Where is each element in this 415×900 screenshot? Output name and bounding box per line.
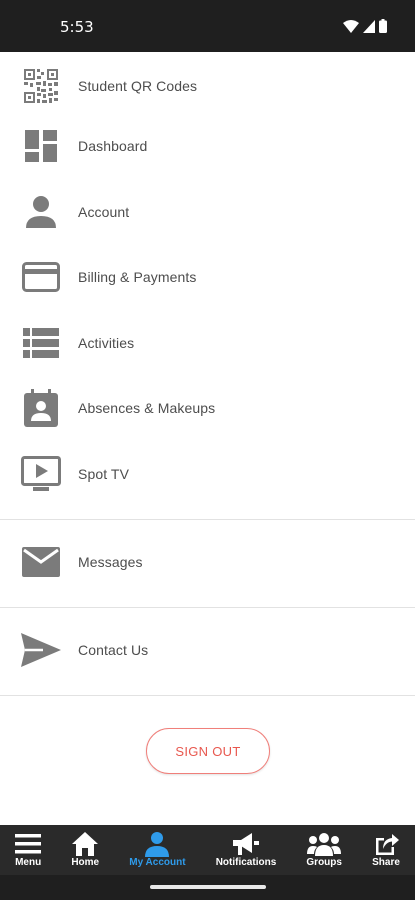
share-icon [373, 831, 400, 857]
menu-item-label: Messages [78, 554, 143, 570]
menu-item-label: Account [78, 204, 130, 220]
divider [0, 607, 415, 608]
wifi-icon [343, 19, 359, 33]
home-icon [72, 831, 99, 857]
status-bar: 5:53 [0, 0, 415, 52]
groups-icon [307, 831, 342, 857]
list-icon [20, 322, 62, 364]
nav-groups[interactable]: Groups [291, 825, 357, 875]
menu-item-label: Absences & Makeups [78, 400, 216, 416]
nav-label: Notifications [215, 857, 277, 868]
menu-item-activities[interactable]: Activities [0, 313, 415, 373]
nav-label: Menu [15, 857, 42, 868]
menu-item-spot-tv[interactable]: Spot TV [0, 444, 415, 504]
person-icon [144, 831, 170, 857]
nav-label: My Account [129, 857, 186, 868]
dashboard-icon [20, 125, 62, 167]
nav-notifications[interactable]: Notifications [201, 825, 292, 875]
menu-item-label: Activities [78, 335, 135, 351]
menu-item-dashboard[interactable]: Dashboard [0, 116, 415, 176]
nav-label: Home [71, 857, 100, 868]
menu-item-account[interactable]: Account [0, 182, 415, 242]
credit-card-icon [20, 256, 62, 298]
sign-out-button[interactable]: SIGN OUT [146, 728, 270, 774]
gesture-handle[interactable] [150, 885, 266, 889]
menu-item-label: Dashboard [78, 138, 148, 154]
menu-item-label: Student QR Codes [78, 78, 198, 94]
nav-label: Share [372, 857, 400, 868]
menu-item-label: Spot TV [78, 466, 130, 482]
nav-my-account[interactable]: My Account [114, 825, 200, 875]
signal-icon [363, 19, 375, 33]
hamburger-icon [15, 831, 42, 857]
envelope-icon [20, 541, 62, 583]
nav-share[interactable]: Share [357, 825, 415, 875]
status-time: 5:53 [60, 18, 94, 36]
divider [0, 695, 415, 696]
menu-item-absences-makeups[interactable]: Absences & Makeups [0, 378, 415, 438]
nav-home[interactable]: Home [56, 825, 114, 875]
nav-menu[interactable]: Menu [0, 825, 56, 875]
menu-item-label: Billing & Payments [78, 269, 197, 285]
status-icons [343, 19, 387, 33]
tv-play-icon [20, 453, 62, 495]
person-icon [20, 191, 62, 233]
qr-code-icon [20, 65, 62, 107]
menu-item-contact-us[interactable]: Contact Us [0, 620, 415, 680]
bottom-nav: Menu Home My Account Notifications Group… [0, 825, 415, 875]
send-icon [20, 629, 62, 671]
contact-calendar-icon [20, 387, 62, 429]
nav-label: Groups [306, 857, 342, 868]
menu-item-student-qr-codes[interactable]: Student QR Codes [0, 56, 415, 116]
megaphone-icon [232, 831, 260, 857]
menu-item-label: Contact Us [78, 642, 149, 658]
menu-item-billing-payments[interactable]: Billing & Payments [0, 247, 415, 307]
menu-item-messages[interactable]: Messages [0, 532, 415, 592]
gesture-area [0, 875, 415, 900]
battery-icon [379, 19, 387, 33]
divider [0, 519, 415, 520]
